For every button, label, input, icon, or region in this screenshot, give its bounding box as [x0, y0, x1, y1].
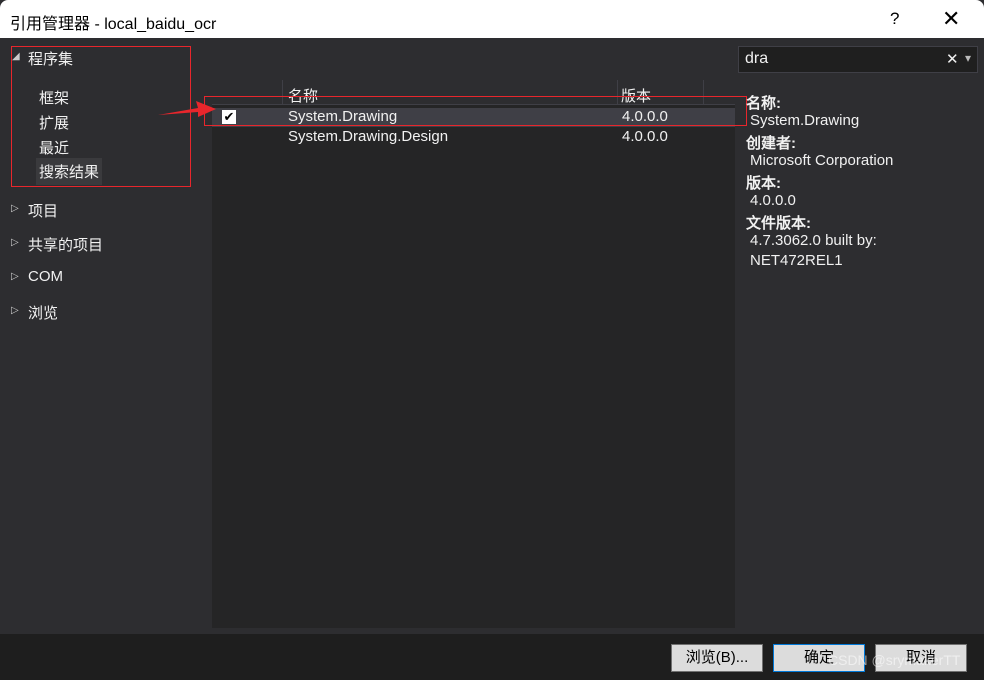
nav-browse[interactable]: 浏览 — [28, 302, 58, 323]
detail-creator: Microsoft Corporation — [750, 152, 894, 169]
collapsed-triangle-icon[interactable]: ▷ — [11, 237, 19, 248]
detail-version-label: 版本: — [746, 175, 781, 192]
clear-icon[interactable]: ✕ — [946, 50, 959, 68]
annotation-arrow-icon — [158, 101, 216, 117]
nav-com[interactable]: COM — [28, 268, 63, 285]
browse-button[interactable]: 浏览(B)... — [671, 644, 763, 672]
search-input[interactable] — [745, 50, 935, 68]
search-box[interactable]: ✕ ▾ — [738, 46, 978, 73]
assembly-list[interactable]: 名称 版本 ✔ System.Drawing 4.0.0.0 System.Dr… — [212, 80, 735, 628]
nav-shared-projects[interactable]: 共享的项目 — [28, 234, 103, 255]
detail-version: 4.0.0.0 — [750, 192, 796, 209]
title-bar: 引用管理器 - local_baidu_ocr ? ✕ — [0, 0, 984, 38]
detail-name: System.Drawing — [750, 112, 860, 129]
close-button[interactable]: ✕ — [942, 6, 960, 32]
detail-file-version-2: NET472REL1 — [750, 252, 843, 269]
detail-name-label: 名称: — [746, 95, 781, 112]
detail-file-version-label: 文件版本: — [746, 215, 811, 232]
nav-extensions[interactable]: 扩展 — [39, 112, 69, 133]
nav-recent[interactable]: 最近 — [39, 137, 69, 158]
nav-projects[interactable]: 项目 — [28, 200, 58, 221]
collapsed-triangle-icon[interactable]: ▷ — [11, 305, 19, 316]
help-button[interactable]: ? — [890, 9, 899, 29]
detail-creator-label: 创建者: — [746, 135, 796, 152]
expanded-triangle-icon[interactable]: ◢ — [12, 51, 20, 62]
detail-file-version: 4.7.3062.0 built by: — [750, 232, 877, 249]
window-title: 引用管理器 - local_baidu_ocr — [10, 16, 217, 33]
dropdown-icon[interactable]: ▾ — [965, 51, 971, 65]
nav-framework[interactable]: 框架 — [39, 87, 69, 108]
nav-search-results[interactable]: 搜索结果 — [36, 158, 103, 185]
row-version: 4.0.0.0 — [622, 128, 668, 145]
nav-assemblies[interactable]: 程序集 — [28, 48, 73, 69]
watermark: CSDN @srymakerTT — [828, 652, 961, 668]
collapsed-triangle-icon[interactable]: ▷ — [11, 271, 19, 282]
collapsed-triangle-icon[interactable]: ▷ — [11, 203, 19, 214]
annotation-box — [204, 96, 747, 126]
row-name: System.Drawing.Design — [288, 128, 449, 145]
list-row[interactable]: System.Drawing.Design 4.0.0.0 — [212, 128, 735, 147]
